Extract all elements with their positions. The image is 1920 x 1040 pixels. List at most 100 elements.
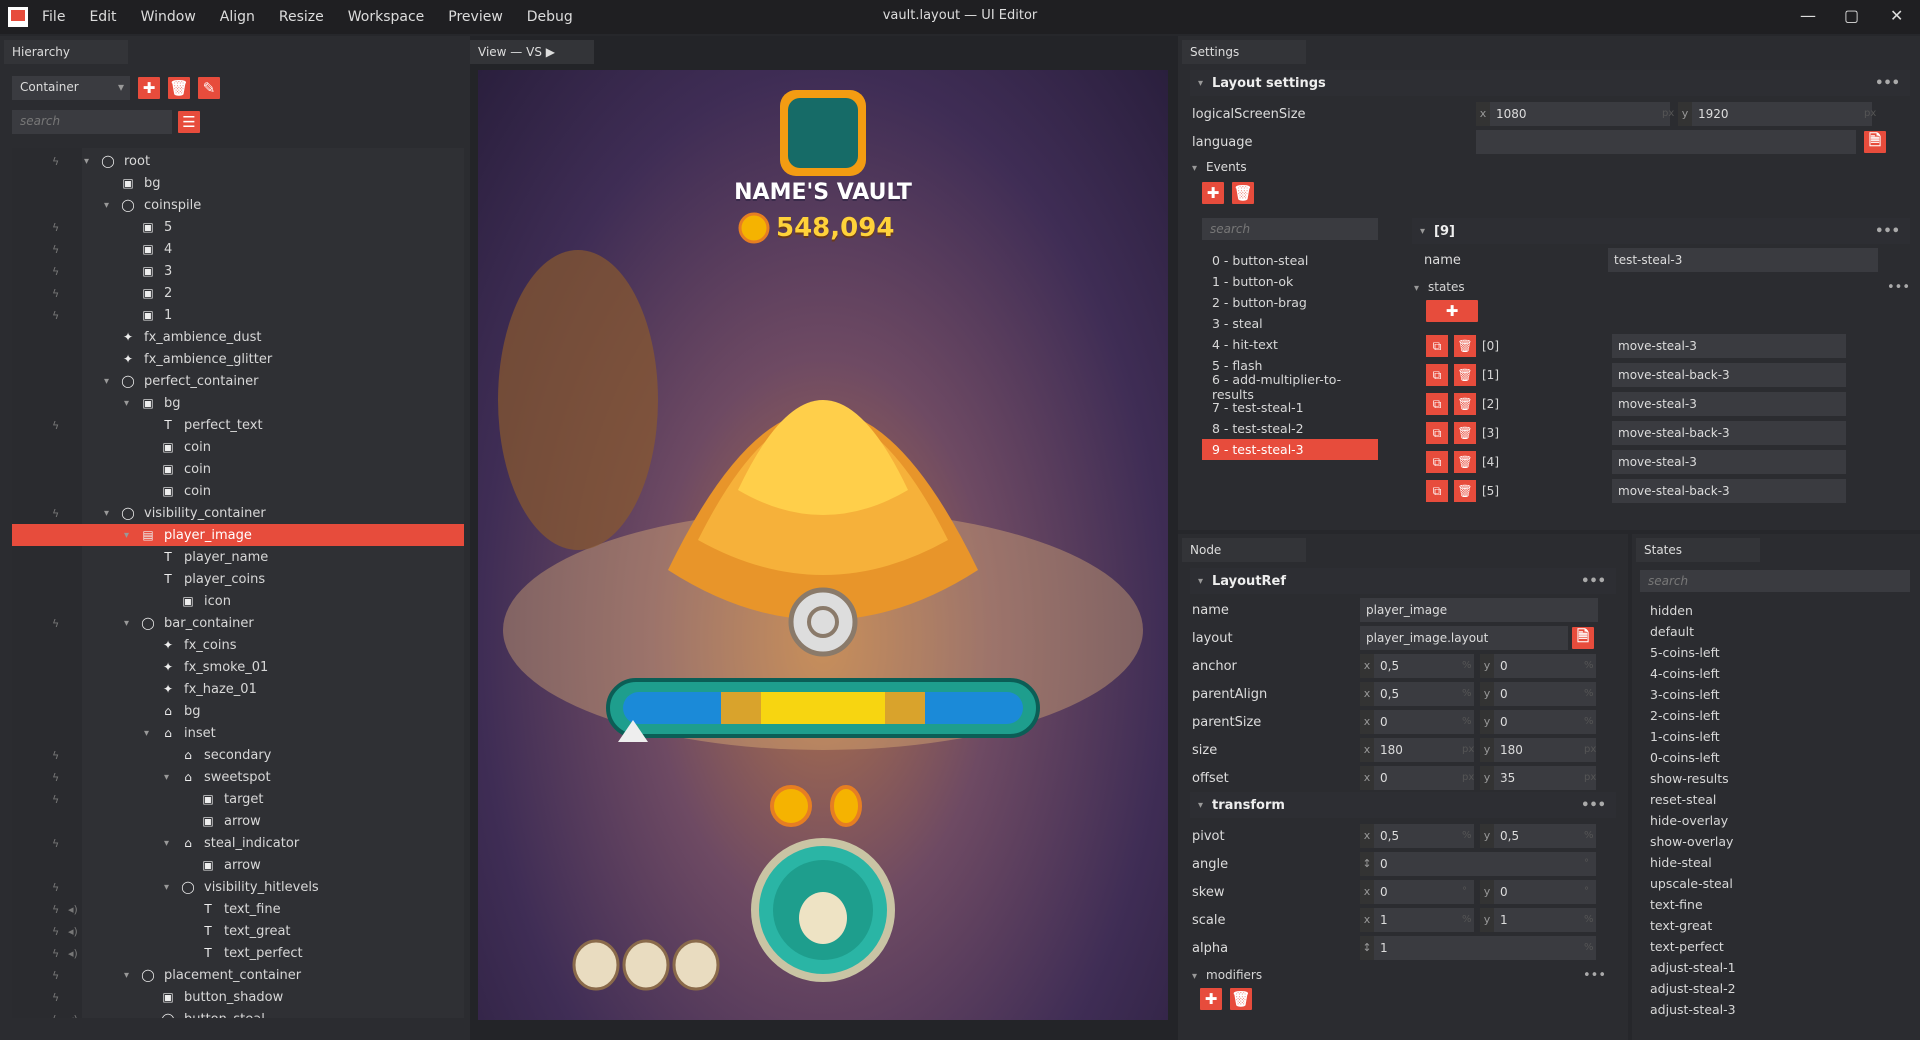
trash-icon[interactable]: 🗑 [1454, 335, 1476, 357]
tree-row[interactable]: ϟ ▾ ◯ visibility_container [12, 502, 464, 524]
tree-row[interactable]: ▣ coin [12, 480, 464, 502]
tree-caret-icon[interactable]: ▾ [124, 530, 138, 541]
tree-caret-icon[interactable]: ▾ [104, 508, 118, 519]
tree-row[interactable]: ✦ fx_haze_01 [12, 678, 464, 700]
menu-debug[interactable]: Debug [527, 9, 573, 25]
tree-row[interactable]: Tplayer_name [12, 546, 464, 568]
tree-row[interactable]: ✦ fx_coins [12, 634, 464, 656]
tree-row[interactable]: ϟ ▣ 4 [12, 238, 464, 260]
tree-row[interactable]: ▣ arrow [12, 854, 464, 876]
event-item[interactable]: 4 - hit-text [1202, 334, 1378, 355]
event-item[interactable]: 8 - test-steal-2 [1202, 418, 1378, 439]
state-item[interactable]: text-fine [1640, 894, 1910, 915]
tab-hierarchy[interactable]: Hierarchy [4, 40, 128, 64]
prop-x-field[interactable]: 0,5 [1374, 682, 1474, 706]
bolt-icon[interactable]: ϟ [52, 419, 59, 432]
bolt-icon[interactable]: ϟ [52, 947, 59, 960]
prop-y-field[interactable]: 0 [1494, 682, 1596, 706]
tree-row[interactable]: ▾ ▤ player_image [12, 524, 464, 546]
bolt-icon[interactable]: ϟ [52, 243, 59, 256]
trash-icon[interactable]: 🗑 [1454, 393, 1476, 415]
state-value-field[interactable]: move-steal-3 [1612, 334, 1846, 358]
bolt-icon[interactable]: ϟ [52, 507, 59, 520]
prop-field[interactable]: 0 [1374, 852, 1596, 876]
menu-workspace[interactable]: Workspace [348, 9, 425, 25]
bolt-icon[interactable]: ϟ [52, 155, 59, 168]
sound-icon[interactable]: ◂) [68, 903, 78, 916]
add-modifier-button[interactable]: ✚ [1200, 988, 1222, 1010]
state-item[interactable]: 0-coins-left [1640, 747, 1910, 768]
tree-row[interactable]: ϟ ◂) Ttext_great [12, 920, 464, 942]
prop-y-field[interactable]: 0 [1494, 880, 1596, 904]
language-field[interactable] [1476, 130, 1856, 154]
state-value-field[interactable]: move-steal-back-3 [1612, 479, 1846, 503]
state-item[interactable]: 5-coins-left [1640, 642, 1910, 663]
prop-y-field[interactable]: 1 [1494, 908, 1596, 932]
state-item[interactable]: 1-coins-left [1640, 726, 1910, 747]
event-item[interactable]: 3 - steal [1202, 313, 1378, 334]
prop-field[interactable]: player_image [1360, 598, 1598, 622]
delete-modifier-button[interactable]: 🗑 [1230, 988, 1252, 1010]
more-icon[interactable]: ••• [1581, 798, 1606, 813]
tree-row[interactable]: ϟ ▾ ◯ placement_container [12, 964, 464, 986]
prop-field[interactable]: player_image.layout [1360, 626, 1568, 650]
delete-event-button[interactable]: 🗑 [1232, 182, 1254, 204]
more-icon[interactable]: ••• [1875, 76, 1900, 91]
more-icon[interactable]: ••• [1583, 968, 1606, 983]
prop-x-field[interactable]: 1 [1374, 908, 1474, 932]
menu-edit[interactable]: Edit [89, 9, 116, 25]
modifiers-header[interactable]: ▾ modifiers [1192, 968, 1262, 982]
transform-header[interactable]: ▾ transform ••• [1190, 792, 1616, 818]
edit-node-button[interactable]: ✎ [198, 77, 220, 99]
trash-icon[interactable]: 🗑 [1454, 364, 1476, 386]
tree-row[interactable]: ▣ coin [12, 436, 464, 458]
duplicate-icon[interactable]: ⧉ [1426, 364, 1448, 386]
file-icon[interactable]: 🗎 [1864, 131, 1886, 153]
tree-caret-icon[interactable]: ▾ [84, 156, 98, 167]
maximize-icon[interactable]: ▢ [1844, 6, 1859, 25]
state-item[interactable]: text-great [1640, 915, 1910, 936]
state-item[interactable]: hide-steal [1640, 852, 1910, 873]
prop-x-field[interactable]: 180 [1374, 738, 1474, 762]
game-viewport[interactable]: NAME'S VAULT 548,094 [478, 70, 1168, 1020]
events-search-input[interactable]: search [1202, 218, 1378, 240]
event-item[interactable]: 9 - test-steal-3 [1202, 439, 1378, 460]
sound-icon[interactable]: ◂) [68, 1013, 78, 1019]
tree-caret-icon[interactable]: ▾ [124, 970, 138, 981]
states-header[interactable]: ▾ states [1414, 280, 1465, 294]
prop-x-field[interactable]: 0,5 [1374, 654, 1474, 678]
state-value-field[interactable]: move-steal-back-3 [1612, 363, 1846, 387]
tree-row[interactable]: ▣ bg [12, 172, 464, 194]
state-item[interactable]: 2-coins-left [1640, 705, 1910, 726]
tab-states[interactable]: States [1636, 538, 1760, 562]
list-view-button[interactable]: ☰ [178, 111, 200, 133]
bolt-icon[interactable]: ϟ [52, 617, 59, 630]
tab-settings[interactable]: Settings [1182, 40, 1306, 64]
tree-row[interactable]: ϟ ▣ button_shadow [12, 986, 464, 1008]
tree-row[interactable]: ✦ fx_smoke_01 [12, 656, 464, 678]
logical-width-field[interactable]: 1080 [1490, 102, 1670, 126]
duplicate-icon[interactable]: ⧉ [1426, 451, 1448, 473]
bolt-icon[interactable]: ϟ [52, 991, 59, 1004]
tree-caret-icon[interactable]: ▾ [104, 200, 118, 211]
state-item[interactable]: upscale-steal [1640, 873, 1910, 894]
bolt-icon[interactable]: ϟ [52, 969, 59, 982]
add-event-button[interactable]: ✚ [1202, 182, 1224, 204]
tree-row[interactable]: ϟ ▣ 3 [12, 260, 464, 282]
bolt-icon[interactable]: ϟ [52, 1013, 59, 1019]
tree-row[interactable]: ϟ ▾ ⌂ sweetspot [12, 766, 464, 788]
logical-height-field[interactable]: 1920 [1692, 102, 1872, 126]
tab-node[interactable]: Node [1182, 538, 1306, 562]
state-item[interactable]: adjust-steal-3 [1640, 999, 1910, 1020]
prop-field[interactable]: 1 [1374, 936, 1596, 960]
state-item[interactable]: hide-overlay [1640, 810, 1910, 831]
sound-icon[interactable]: ◂) [68, 947, 78, 960]
bolt-icon[interactable]: ϟ [52, 771, 59, 784]
trash-icon[interactable]: 🗑 [1454, 451, 1476, 473]
hierarchy-search-input[interactable]: search [12, 110, 172, 134]
prop-y-field[interactable]: 0 [1494, 710, 1596, 734]
duplicate-icon[interactable]: ⧉ [1426, 422, 1448, 444]
state-item[interactable]: show-overlay [1640, 831, 1910, 852]
tree-caret-icon[interactable]: ▾ [124, 398, 138, 409]
tree-row[interactable]: Tplayer_coins [12, 568, 464, 590]
